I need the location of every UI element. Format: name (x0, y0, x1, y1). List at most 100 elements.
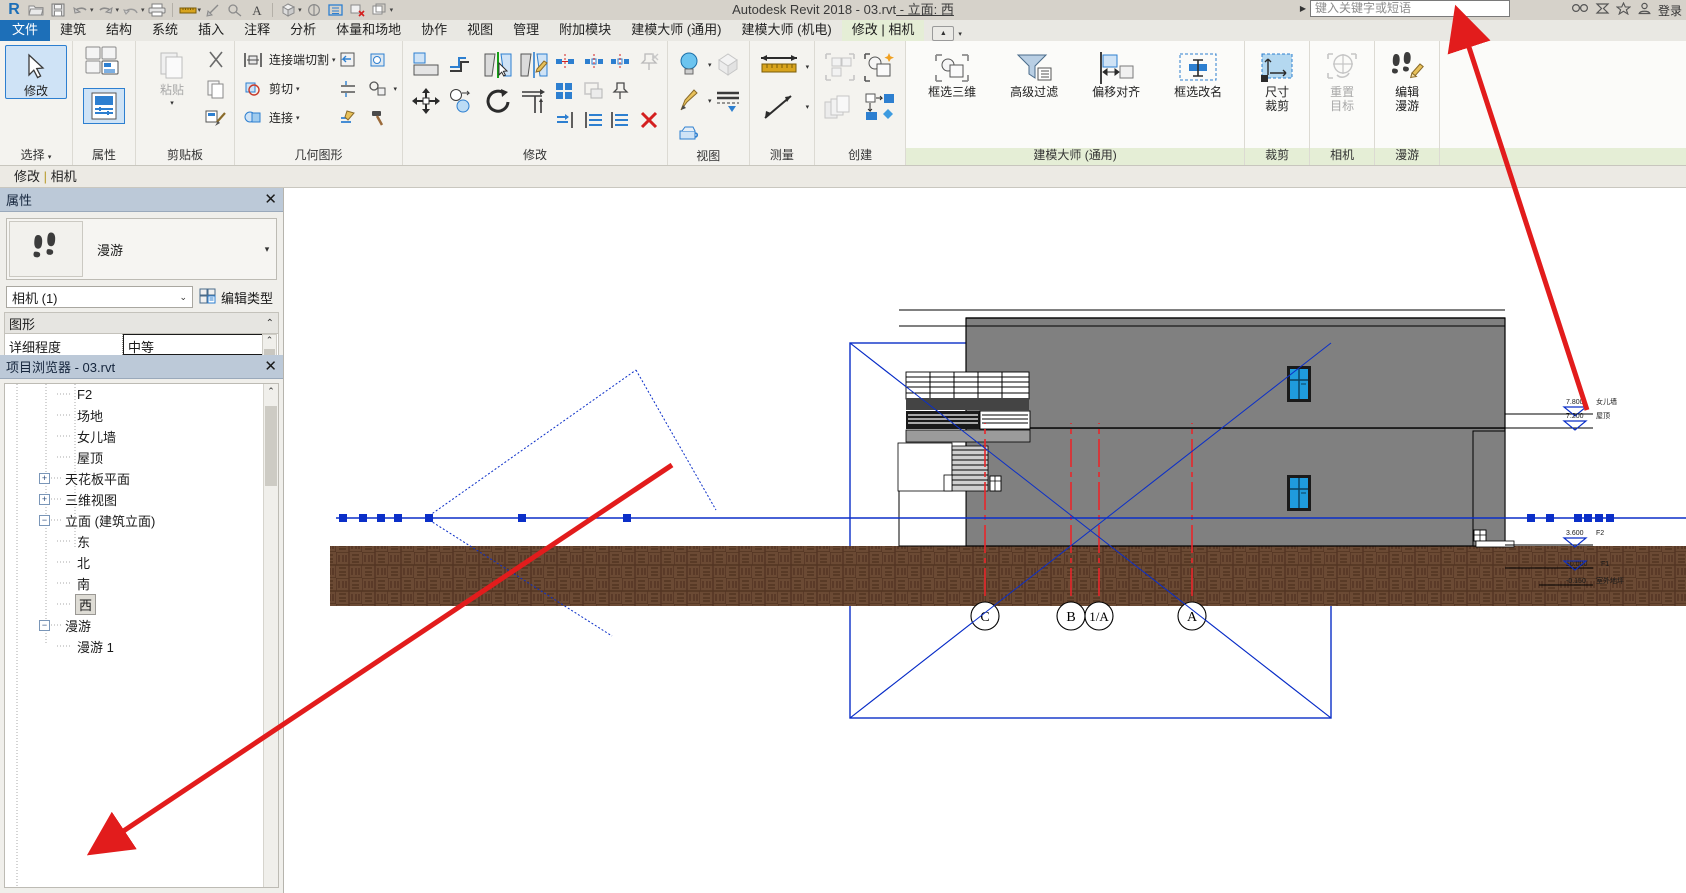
paintbrush-icon[interactable] (673, 84, 705, 118)
redo-icon[interactable] (96, 1, 116, 19)
expand-plus-icon-2[interactable]: + (39, 494, 50, 505)
measure-along-caret-icon[interactable]: ▾ (806, 103, 810, 111)
measure-ruler-icon[interactable] (755, 48, 803, 86)
community-icon[interactable] (1595, 2, 1610, 18)
tab-modeling-master-general[interactable]: 建模大师 (通用) (621, 20, 731, 41)
collapse-minus-icon-2[interactable]: − (39, 620, 50, 631)
tree-node-walkthroughs[interactable]: − 漫游 (5, 615, 278, 636)
size-crop-button[interactable]: 尺寸 裁剪 (1250, 47, 1304, 113)
tab-file[interactable]: 文件 (0, 20, 50, 41)
join-geometry-row[interactable]: 连接 ▾ (240, 103, 336, 132)
paste-caret-icon[interactable]: ▾ (170, 97, 174, 111)
tab-insert[interactable]: 插入 (188, 20, 234, 41)
thin-line-icon[interactable] (326, 1, 346, 19)
wall-join-icon[interactable] (336, 47, 362, 73)
chevron-down-icon[interactable]: ▾ (258, 244, 276, 255)
scroll-up-icon[interactable]: ⌃ (263, 335, 276, 348)
tab-modeling-master-mep[interactable]: 建模大师 (机电) (731, 20, 841, 41)
qat-overflow-caret-icon[interactable]: ▾ (390, 6, 394, 14)
create-panels-icon[interactable] (820, 88, 860, 126)
align-right-icon[interactable] (581, 107, 607, 133)
sync-caret-icon[interactable]: ▾ (141, 6, 145, 14)
tree-node-walkthrough-1[interactable]: 漫游 1 (5, 636, 278, 657)
tree-node-parapet[interactable]: 女儿墙 (5, 426, 278, 447)
measure-caret-icon[interactable]: ▾ (198, 6, 202, 14)
offset-icon[interactable] (444, 48, 480, 82)
array-icon[interactable] (552, 78, 578, 104)
sync-icon[interactable] (121, 1, 141, 19)
project-browser-scrollbar[interactable]: ⌃ (263, 384, 278, 887)
mirror-draw-axis-icon[interactable] (516, 48, 552, 82)
tree-node-site[interactable]: 场地 (5, 405, 278, 426)
tab-massing-site[interactable]: 体量和场地 (326, 20, 411, 41)
open-icon[interactable] (26, 1, 46, 19)
properties-palette-toggle[interactable] (83, 88, 125, 124)
scale-icon[interactable] (581, 78, 607, 104)
tab-analyze[interactable]: 分析 (280, 20, 326, 41)
measure-caret-icon-2[interactable]: ▾ (806, 63, 810, 71)
3d-caret-icon[interactable]: ▾ (298, 6, 302, 14)
tree-node-south[interactable]: 南 (5, 573, 278, 594)
join-end-cut-row[interactable]: 连接端切割 ▾ (240, 45, 336, 74)
edit-walkthrough-button[interactable]: 编辑 漫游 (1380, 47, 1434, 113)
tab-modify-camera[interactable]: 修改 | 相机 (842, 20, 925, 41)
tree-node-roof[interactable]: 屋顶 (5, 447, 278, 468)
type-selector[interactable]: 漫游 ▾ (6, 218, 277, 280)
3d-view-icon[interactable] (278, 1, 298, 19)
chevron-down-icon-2[interactable]: ⌄ (179, 292, 187, 303)
close-hidden-icon[interactable] (348, 1, 368, 19)
delete-icon[interactable] (636, 107, 662, 133)
advanced-filter-button[interactable]: 高级过滤 (993, 47, 1075, 99)
split-element-small-icon[interactable] (552, 49, 578, 75)
copy-icon[interactable] (203, 76, 229, 102)
tree-node-f2[interactable]: F2 (5, 384, 278, 405)
detail-level-editor[interactable]: 中等 (123, 334, 276, 355)
tab-addins[interactable]: 附加模块 (549, 20, 621, 41)
section-icon[interactable] (304, 1, 324, 19)
paste-button[interactable]: 粘贴 ▾ (141, 45, 203, 111)
cut-geometry-row[interactable]: 剪切 ▾ (240, 74, 336, 103)
demolish-hammer-icon[interactable] (365, 105, 391, 131)
match-type-icon[interactable] (203, 105, 229, 131)
move-icon[interactable] (408, 84, 444, 118)
copy-element-icon[interactable] (444, 84, 480, 118)
measure-diagonal-icon[interactable] (755, 88, 803, 126)
geometry-extra-caret-icon[interactable]: ▾ (394, 85, 398, 93)
split-gap-icon[interactable] (607, 49, 633, 75)
instance-selector[interactable]: 相机 (1) ⌄ (6, 286, 193, 308)
paint-geometry-icon[interactable] (365, 76, 391, 102)
render-teapot-icon[interactable] (673, 120, 705, 148)
property-value[interactable]: 中等 (123, 334, 278, 357)
modify-button[interactable]: 修改 (5, 45, 67, 99)
align-bottom-icon[interactable] (607, 107, 633, 133)
split-face-icon[interactable] (365, 47, 391, 73)
cut-geometry-caret-icon[interactable]: ▾ (296, 85, 300, 93)
create-group-icon[interactable] (820, 48, 860, 86)
tree-node-ceiling-plans[interactable]: + 天花板平面 (5, 468, 278, 489)
browser-scroll-thumb[interactable] (265, 406, 277, 486)
browser-scroll-up-icon[interactable]: ⌃ (265, 386, 277, 400)
undo-caret-icon[interactable]: ▾ (90, 6, 94, 14)
tree-node-east[interactable]: 东 (5, 531, 278, 552)
search-input[interactable]: 键入关键字或短语 (1310, 0, 1510, 17)
undo-icon[interactable] (70, 1, 90, 19)
redo-caret-icon[interactable]: ▾ (116, 6, 120, 14)
unpin-icon[interactable] (636, 49, 662, 75)
tag-icon[interactable] (225, 1, 245, 19)
expand-plus-icon[interactable]: + (39, 473, 50, 484)
ribbon-minimize-icon[interactable]: ▲ (932, 26, 954, 41)
box-select-3d-button[interactable]: 框选三维 (911, 47, 993, 99)
split-element-icon[interactable] (336, 76, 362, 102)
tab-structure[interactable]: 结构 (96, 20, 142, 41)
collapse-minus-icon[interactable]: − (39, 515, 50, 526)
account-icon[interactable] (1637, 2, 1652, 18)
collapse-chevron-icon[interactable]: ⌃ (266, 318, 274, 329)
close-icon-browser[interactable]: ✕ (264, 360, 277, 374)
edit-type-button[interactable]: 编辑类型 (199, 288, 277, 307)
mirror-pick-axis-icon[interactable] (480, 48, 516, 82)
tree-node-north[interactable]: 北 (5, 552, 278, 573)
align-icon[interactable] (408, 48, 444, 82)
close-icon[interactable]: ✕ (264, 193, 277, 207)
linework-icon[interactable] (712, 84, 744, 118)
properties-group-header[interactable]: 图形 ⌃ (5, 313, 278, 334)
